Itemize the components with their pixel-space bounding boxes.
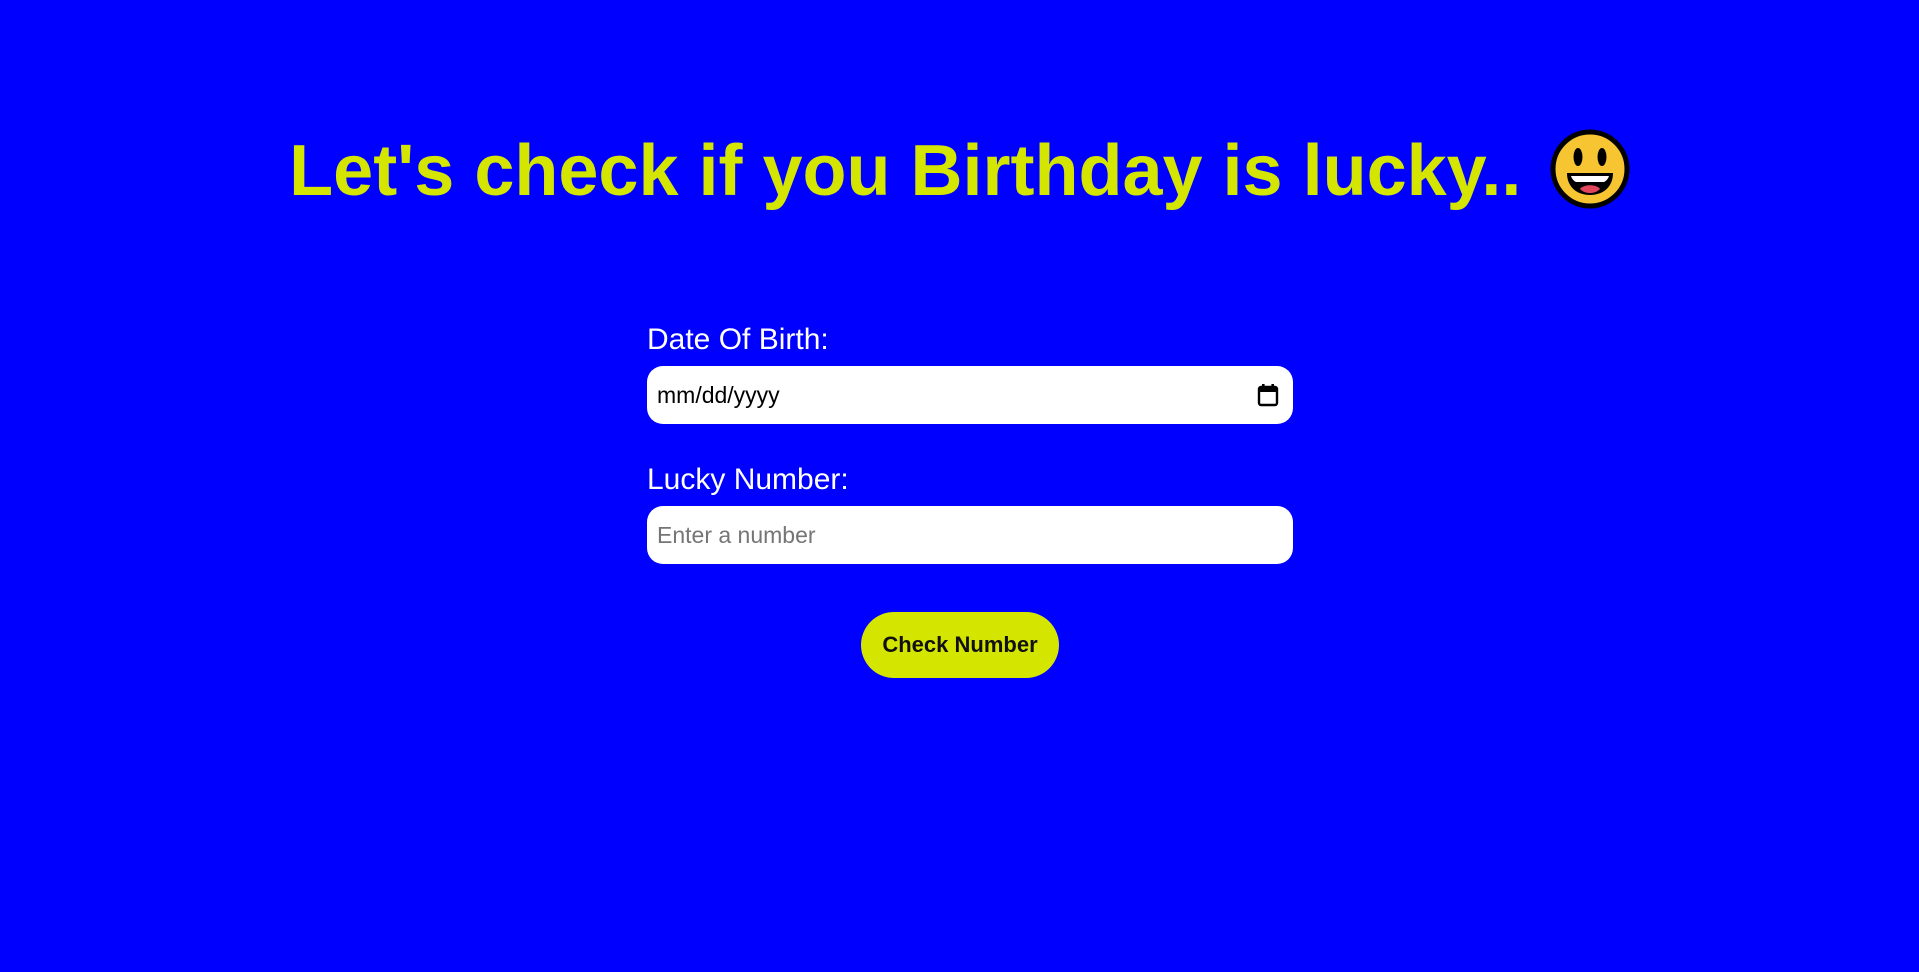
- lucky-number-input[interactable]: Enter a number: [647, 506, 1293, 564]
- lucky-number-placeholder: Enter a number: [657, 521, 816, 548]
- lucky-number-group: Lucky Number: Enter a number: [647, 462, 1294, 564]
- dob-label: Date Of Birth:: [647, 323, 829, 356]
- calendar-icon[interactable]: [1257, 383, 1279, 407]
- page-title: Let's check if you Birthday is lucky..: [289, 131, 1522, 211]
- title-row: Let's check if you Birthday is lucky..: [0, 128, 1919, 214]
- lucky-number-label: Lucky Number:: [647, 463, 849, 496]
- page: Let's check if you Birthday is lucky.. D…: [0, 0, 1919, 972]
- dob-input[interactable]: mm/dd/yyyy: [647, 366, 1293, 424]
- lucky-birthday-form: Date Of Birth: mm/dd/yyyy Lucky Number: …: [647, 322, 1294, 564]
- grinning-face-icon: [1550, 129, 1630, 209]
- check-number-button[interactable]: Check Number: [861, 612, 1059, 678]
- dob-value: mm/dd/yyyy: [657, 381, 780, 408]
